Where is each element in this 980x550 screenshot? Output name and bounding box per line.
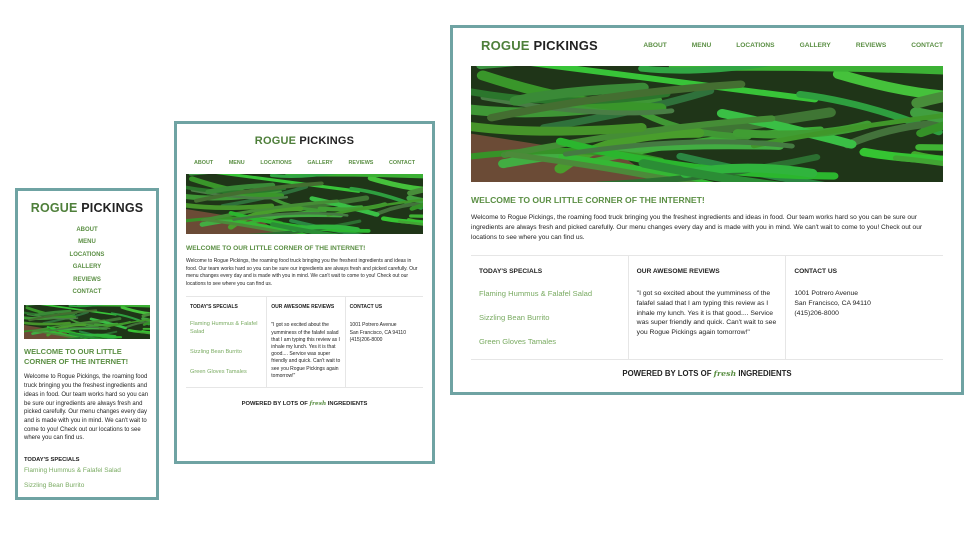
special-item[interactable]: Green Gloves Tamales xyxy=(479,337,620,347)
nav-locations[interactable]: LOCATIONS xyxy=(736,42,774,49)
special-item[interactable]: Sizzling Bean Burrito xyxy=(479,313,620,323)
welcome-heading: WELCOME TO OUR LITTLE CORNER OF THE INTE… xyxy=(24,347,129,367)
contact-heading: CONTACT US xyxy=(794,268,838,275)
nav-menu[interactable]: MENU xyxy=(78,236,96,248)
reviews-heading: OUR AWESOME REVIEWS xyxy=(271,304,335,311)
hero-image xyxy=(471,66,943,182)
main-nav: ABOUT MENU LOCATIONS GALLERY REVIEWS CON… xyxy=(24,224,150,298)
reviews-column: OUR AWESOME REVIEWS "I got so excited ab… xyxy=(627,256,786,359)
nav-reviews[interactable]: REVIEWS xyxy=(349,160,374,166)
special-item[interactable]: Green Gloves Tamales xyxy=(24,493,150,497)
site-logo[interactable]: ROGUE PICKINGS xyxy=(481,38,598,53)
logo-pickings: PICKINGS xyxy=(299,135,355,147)
tablet-preview-frame: ROGUE PICKINGS ABOUT MENU LOCATIONS GALL… xyxy=(174,121,435,464)
review-text: "I got so excited about the yumminess of… xyxy=(636,290,777,337)
nav-reviews[interactable]: REVIEWS xyxy=(73,274,101,286)
hero-image xyxy=(24,305,150,340)
site-footer: POWERED BY LOTS OF fresh INGREDIENTS xyxy=(186,387,423,420)
site-header: ROGUE PICKINGS ABOUT MENU LOCATIONS GALL… xyxy=(471,38,943,53)
contact-address-line2: San Francisco, CA 94110 xyxy=(349,329,406,336)
nav-about[interactable]: ABOUT xyxy=(76,224,97,236)
footer-fresh: fresh xyxy=(309,401,327,407)
site-footer: POWERED BY LOTS OF fresh INGREDIENTS xyxy=(471,359,943,387)
special-item[interactable]: Flaming Hummus & Falafel Salad xyxy=(479,289,620,299)
logo-rogue: ROGUE xyxy=(254,135,297,147)
site-logo[interactable]: ROGUE PICKINGS xyxy=(24,201,150,215)
nav-contact[interactable]: CONTACT xyxy=(389,160,415,166)
footer-before: POWERED BY LOTS OF xyxy=(622,369,712,378)
contact-address-line1: 1001 Potrero Avenue xyxy=(794,290,859,297)
site-logo[interactable]: ROGUE PICKINGS xyxy=(186,135,423,147)
nav-contact[interactable]: CONTACT xyxy=(911,42,943,49)
nav-about[interactable]: ABOUT xyxy=(194,160,213,166)
special-item[interactable]: Flaming Hummus & Falafel Salad xyxy=(190,320,262,336)
nav-reviews[interactable]: REVIEWS xyxy=(856,42,886,49)
contact-address-line1: 1001 Potrero Avenue xyxy=(349,322,397,329)
contact-details: 1001 Potrero Avenue San Francisco, CA 94… xyxy=(350,322,419,344)
main-nav: ABOUT MENU LOCATIONS GALLERY REVIEWS CON… xyxy=(186,160,423,166)
logo-pickings: PICKINGS xyxy=(533,38,598,53)
info-columns: TODAY'S SPECIALS Flaming Hummus & Falafe… xyxy=(471,255,943,359)
nav-contact[interactable]: CONTACT xyxy=(73,286,102,298)
footer-after: INGREDIENTS xyxy=(327,401,368,407)
contact-phone[interactable]: (415)206-8000 xyxy=(350,337,419,344)
contact-phone[interactable]: (415)206-8000 xyxy=(794,309,935,319)
welcome-text: Welcome to Rogue Pickings, the roaming f… xyxy=(186,258,418,287)
logo-rogue: ROGUE xyxy=(481,38,530,53)
special-item[interactable]: Sizzling Bean Burrito xyxy=(190,348,262,356)
mobile-preview-frame: ROGUE PICKINGS ABOUT MENU LOCATIONS GALL… xyxy=(15,188,159,500)
contact-heading: CONTACT US xyxy=(349,304,383,311)
specials-column: TODAY'S SPECIALS Flaming Hummus & Falafe… xyxy=(186,297,266,387)
info-columns: TODAY'S SPECIALS Flaming Hummus & Falafe… xyxy=(186,296,423,387)
logo-rogue: ROGUE xyxy=(30,201,78,215)
nav-about[interactable]: ABOUT xyxy=(643,42,666,49)
contact-column: CONTACT US 1001 Potrero Avenue San Franc… xyxy=(344,297,423,387)
nav-gallery[interactable]: GALLERY xyxy=(800,42,831,49)
special-item[interactable]: Sizzling Bean Burrito xyxy=(24,478,150,493)
logo-pickings: PICKINGS xyxy=(81,201,144,215)
welcome-text: Welcome to Rogue Pickings, the roaming f… xyxy=(471,214,923,241)
specials-heading: TODAY'S SPECIALS xyxy=(190,304,238,311)
reviews-heading: OUR AWESOME REVIEWS xyxy=(636,268,720,275)
contact-column: CONTACT US 1001 Potrero Avenue San Franc… xyxy=(785,256,943,359)
welcome-heading: WELCOME TO OUR LITTLE CORNER OF THE INTE… xyxy=(186,245,366,252)
nav-menu[interactable]: MENU xyxy=(692,42,711,49)
special-item[interactable]: Green Gloves Tamales xyxy=(190,368,262,376)
nav-menu[interactable]: MENU xyxy=(229,160,245,166)
reviews-column: OUR AWESOME REVIEWS "I got so excited ab… xyxy=(266,297,344,387)
nav-locations[interactable]: LOCATIONS xyxy=(260,160,291,166)
footer-after: INGREDIENTS xyxy=(738,369,792,378)
nav-gallery[interactable]: GALLERY xyxy=(307,160,333,166)
review-text: "I got so excited about the yumminess of… xyxy=(271,322,341,379)
nav-gallery[interactable]: GALLERY xyxy=(73,261,101,273)
specials-heading: TODAY'S SPECIALS xyxy=(479,268,543,275)
footer-before: POWERED BY LOTS OF xyxy=(241,401,308,407)
welcome-heading: WELCOME TO OUR LITTLE CORNER OF THE INTE… xyxy=(471,195,705,205)
footer-fresh: fresh xyxy=(713,369,737,378)
specials-column: TODAY'S SPECIALS Flaming Hummus & Falafe… xyxy=(471,256,628,359)
hero-image xyxy=(186,174,423,234)
nav-locations[interactable]: LOCATIONS xyxy=(70,249,105,261)
special-item[interactable]: Flaming Hummus & Falafel Salad xyxy=(24,463,150,478)
desktop-preview-frame: ROGUE PICKINGS ABOUT MENU LOCATIONS GALL… xyxy=(450,25,964,395)
contact-address-line2: San Francisco, CA 94110 xyxy=(794,299,871,307)
main-nav: ABOUT MENU LOCATIONS GALLERY REVIEWS CON… xyxy=(643,42,943,49)
welcome-text: Welcome to Rogue Pickings, the roaming f… xyxy=(24,374,149,442)
contact-details: 1001 Potrero Avenue San Francisco, CA 94… xyxy=(794,289,935,318)
